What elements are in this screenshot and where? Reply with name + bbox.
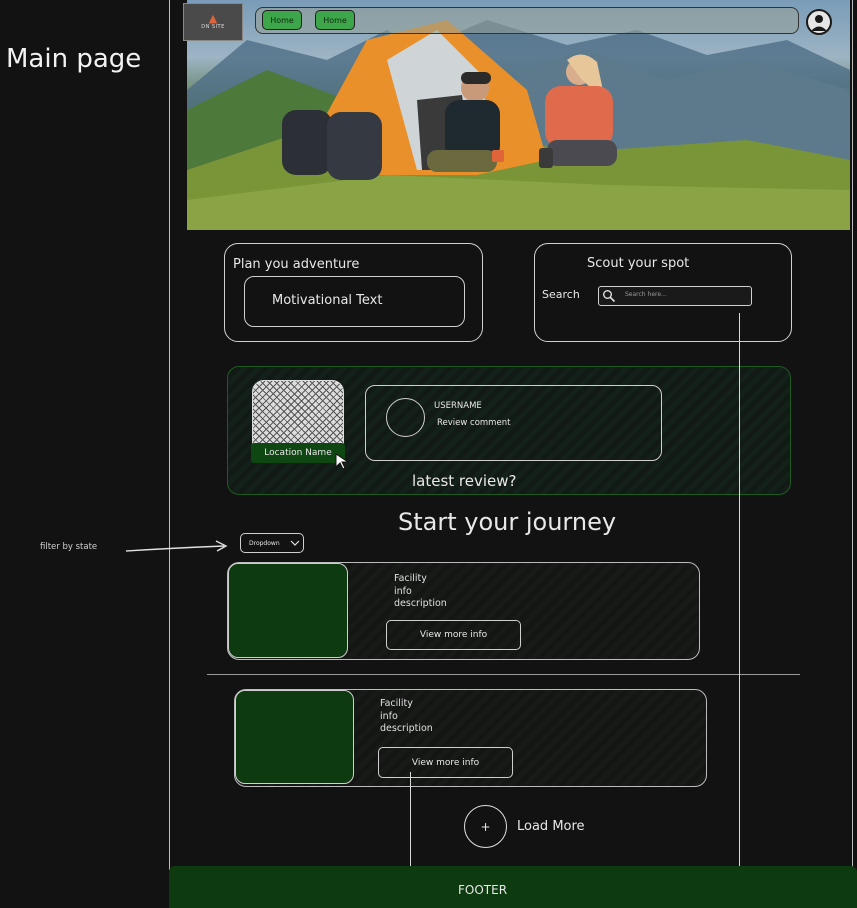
page-frame-right [852, 0, 853, 870]
scout-spot-title: Scout your spot [587, 256, 690, 271]
annotation-arrow-icon [124, 538, 234, 560]
cursor-icon [334, 452, 350, 474]
user-profile-icon[interactable] [806, 9, 832, 35]
view-more-info-button[interactable]: View more info [378, 747, 513, 778]
reviewer-avatar [386, 398, 425, 437]
facility-info: info [380, 710, 398, 722]
nav-home-button[interactable]: Home [262, 10, 302, 30]
facility-description: description [380, 723, 433, 734]
location-name-label[interactable]: Location Name [251, 443, 345, 463]
hero-image [187, 0, 850, 230]
facility-image [235, 690, 354, 784]
view-more-info-button[interactable]: View more info [386, 620, 521, 650]
footer-label: FOOTER [458, 883, 508, 897]
latest-review-caption: latest review? [412, 472, 517, 490]
flame-icon: ▲ [208, 12, 218, 25]
section-divider [207, 674, 800, 675]
load-more-label[interactable]: Load More [517, 819, 585, 834]
page-label-annotation: Main page [6, 44, 142, 74]
connector-line-search [739, 313, 740, 908]
facility-info-text: Facility info description [394, 573, 447, 611]
chevron-down-icon [290, 539, 300, 549]
nav-home-button-2[interactable]: Home [315, 10, 355, 30]
plan-adventure-title: Plan you adventure [233, 257, 360, 272]
start-journey-heading: Start your journey [398, 508, 617, 536]
motivational-text: Motivational Text [272, 293, 383, 308]
facility-description: description [394, 598, 447, 609]
site-logo[interactable]: ▲ DN SITE [183, 3, 243, 41]
facility-image [228, 563, 348, 658]
facility-name: Facility [380, 698, 413, 709]
logo-text: DN SITE [201, 24, 225, 30]
search-placeholder: Search here... [625, 291, 667, 298]
facility-info: info [394, 585, 412, 597]
search-label: Search [542, 288, 580, 301]
review-username: USERNAME [434, 401, 482, 411]
facility-name: Facility [394, 573, 427, 584]
user-silhouette-icon [811, 15, 827, 31]
state-filter-dropdown[interactable]: Dropdown [240, 533, 304, 553]
filter-by-state-annotation: filter by state [40, 542, 98, 552]
footer [169, 866, 857, 908]
review-comment: Review comment [437, 418, 511, 428]
search-input[interactable]: Search here... [598, 286, 752, 306]
search-icon [602, 288, 616, 307]
load-more-plus-icon[interactable]: + [464, 805, 507, 848]
dropdown-label: Dropdown [249, 539, 280, 547]
location-image-placeholder[interactable] [252, 380, 344, 446]
facility-info-text: Facility info description [380, 698, 433, 736]
page-frame-left [169, 0, 170, 870]
